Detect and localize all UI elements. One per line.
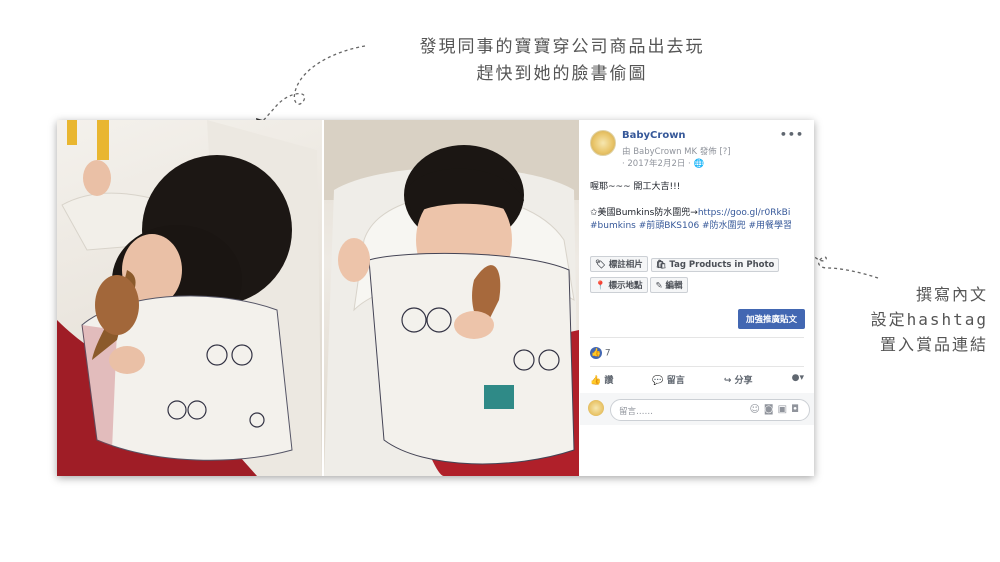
post-text: 喔耶~~~ 開工大吉!!! ✩美國Bumkins防水圍兜→https://goo… [590, 181, 808, 233]
tag-photo-label: 標註相片 [608, 260, 643, 270]
sticker-icon[interactable]: ◘ [791, 404, 803, 415]
like-reaction-icon: 👍 [590, 347, 602, 359]
post-actions: 👍 讚 💬 留言 ↪ 分享 ●▾ [590, 373, 804, 386]
tag-icon: 🏷 [595, 260, 609, 270]
post-sidebar: BabyCrown 由 BabyCrown MK 發佈 [?] · 2017年2… [580, 120, 814, 476]
top-arrow-path [261, 45, 366, 123]
tag-photo-button[interactable]: 🏷 標註相片 [590, 256, 648, 272]
edit-label: 編輯 [665, 281, 683, 291]
post-hashtags[interactable]: #bumkins #前頭BKS106 #防水圍兜 #用餐學習 [590, 220, 808, 233]
comment-placeholder: 留言…… [619, 407, 654, 417]
post-text-line2: ✩美國Bumkins防水圍兜→https://goo.gl/r0RkBi [590, 207, 808, 220]
product-link[interactable]: https://goo.gl/r0RkBi [698, 208, 791, 218]
pencil-icon: ✎ [655, 281, 666, 291]
emoji-icon[interactable]: ☺ [749, 404, 763, 415]
product-description: ✩美國Bumkins防水圍兜→ [590, 208, 698, 218]
posted-by-text: 由 BabyCrown MK 發佈 [?] [622, 147, 731, 157]
photo-left[interactable] [57, 120, 322, 476]
facebook-post: BabyCrown 由 BabyCrown MK 發佈 [?] · 2017年2… [57, 120, 814, 476]
share-button[interactable]: ↪ 分享 [724, 373, 753, 386]
like-label: 讚 [604, 376, 614, 386]
tag-products-label: Tag Products in Photo [669, 260, 775, 270]
chevron-down-icon: ▾ [799, 373, 804, 383]
edit-button[interactable]: ✎ 編輯 [650, 277, 688, 293]
page-avatar[interactable] [590, 130, 616, 156]
child-photo-left [57, 120, 322, 476]
comment-label: 留言 [666, 376, 685, 386]
thumbs-up-icon: 👍 [590, 376, 605, 386]
boost-post-button[interactable]: 加強推廣貼文 [737, 309, 805, 329]
more-options-icon[interactable]: ••• [780, 128, 804, 141]
photo-right[interactable] [324, 120, 579, 476]
check-in-label: 標示地點 [608, 281, 643, 291]
check-in-button[interactable]: 📍 標示地點 [590, 277, 648, 293]
shopping-bag-icon: 🛍 [655, 260, 670, 270]
comment-bubble-icon: 💬 [652, 376, 667, 386]
camera-icon[interactable]: ◙ [764, 404, 778, 415]
share-label: 分享 [734, 376, 753, 386]
like-button[interactable]: 👍 讚 [590, 373, 613, 386]
reaction-count: 7 [604, 348, 611, 359]
reaction-summary[interactable]: 👍 7 [590, 347, 611, 359]
comment-tools: ☺◙▣◘ [749, 404, 803, 415]
comment-button[interactable]: 💬 留言 [652, 373, 684, 386]
commenter-avatar [588, 400, 604, 416]
photo-tag-buttons: 🏷 標註相片 🛍 Tag Products in Photo 📍 標示地點 ✎ … [590, 256, 808, 298]
share-arrow-icon: ↪ [723, 376, 735, 386]
gif-icon[interactable]: ▣ [778, 404, 791, 415]
child-photo-right [324, 120, 579, 476]
post-as-selector[interactable]: ●▾ [792, 373, 804, 386]
comment-input[interactable]: 留言…… ☺◙▣◘ [610, 399, 810, 421]
post-date[interactable]: · 2017年2月2日 · 🌐 [622, 157, 704, 169]
comment-bar: 留言…… ☺◙▣◘ [580, 393, 814, 425]
location-pin-icon: 📍 [595, 281, 609, 291]
page-name-link[interactable]: BabyCrown [622, 130, 686, 141]
divider [590, 366, 804, 367]
divider [590, 337, 804, 338]
tag-products-button[interactable]: 🛍 Tag Products in Photo [650, 258, 780, 272]
post-text-line1: 喔耶~~~ 開工大吉!!! [590, 182, 681, 192]
